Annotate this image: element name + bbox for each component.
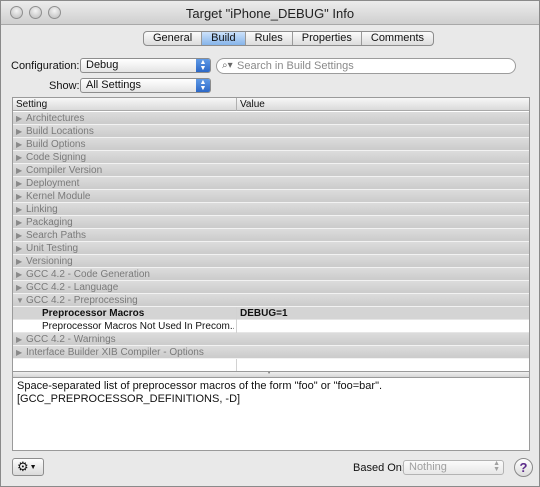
- tab-rules[interactable]: Rules: [246, 32, 293, 45]
- based-on-popup[interactable]: Nothing ▲ ▼: [403, 460, 504, 475]
- settings-group-row[interactable]: ▶ Compiler Version: [13, 164, 529, 177]
- search-field[interactable]: ⌕▾: [216, 58, 516, 74]
- disclosure-triangle-closed-icon[interactable]: ▶: [16, 190, 26, 203]
- configuration-popup[interactable]: Debug ▲ ▼: [80, 58, 211, 73]
- target-info-window: Target "iPhone_DEBUG" Info General Build…: [0, 0, 540, 487]
- popup-arrows-icon: ▲ ▼: [196, 59, 210, 72]
- settings-group-row[interactable]: ▶ Unit Testing: [13, 242, 529, 255]
- settings-group-row[interactable]: ▶ Build Options: [13, 138, 529, 151]
- settings-group-row[interactable]: ▶ Versioning: [13, 255, 529, 268]
- magnifier-icon: ⌕▾: [222, 60, 233, 71]
- table-rows: ▶ Architectures ▶ Build Locations ▶ Build Opt…: [13, 112, 529, 371]
- settings-group-label: GCC 4.2 - Warnings: [26, 334, 116, 345]
- configuration-label: Configuration:: [11, 60, 80, 72]
- setting-row[interactable]: [13, 359, 529, 371]
- setting-row[interactable]: Preprocessor Macros DEBUG=1: [13, 307, 529, 320]
- disclosure-triangle-closed-icon[interactable]: ▶: [16, 203, 26, 216]
- settings-group-label: GCC 4.2 - Language: [26, 282, 119, 293]
- column-divider: [236, 307, 237, 320]
- settings-group-row[interactable]: ▶ Search Paths: [13, 229, 529, 242]
- settings-group-row[interactable]: ▶ Build Locations: [13, 125, 529, 138]
- settings-group-row[interactable]: ▶ GCC 4.2 - Code Generation: [13, 268, 529, 281]
- gear-icon: ⚙: [17, 459, 29, 474]
- setting-row[interactable]: Preprocessor Macros Not Used In Precom..…: [13, 320, 529, 333]
- splitter-grip-icon: •: [268, 371, 271, 377]
- settings-group-label: Build Locations: [26, 126, 94, 137]
- table-header: Setting Value: [13, 98, 529, 111]
- settings-group-row[interactable]: ▶ Architectures: [13, 112, 529, 125]
- settings-group-label: GCC 4.2 - Code Generation: [26, 269, 150, 280]
- help-button[interactable]: ?: [514, 458, 533, 477]
- chevron-down-icon: ▼: [29, 463, 37, 471]
- disclosure-triangle-closed-icon[interactable]: ▶: [16, 216, 26, 229]
- settings-group-label: Packaging: [26, 217, 73, 228]
- configuration-value: Debug: [86, 59, 119, 71]
- settings-group-row[interactable]: ▶ Deployment: [13, 177, 529, 190]
- disclosure-triangle-closed-icon[interactable]: ▶: [16, 242, 26, 255]
- disclosure-triangle-open-icon[interactable]: ▼: [16, 294, 26, 307]
- disclosure-triangle-closed-icon[interactable]: ▶: [16, 255, 26, 268]
- disclosure-triangle-closed-icon[interactable]: ▶: [16, 112, 26, 125]
- settings-group-label: Deployment: [26, 178, 80, 189]
- description-build-variable: [GCC_PREPROCESSOR_DEFINITIONS, -D]: [17, 393, 241, 405]
- column-header-value[interactable]: Value: [236, 98, 265, 111]
- settings-group-label: GCC 4.2 - Preprocessing: [26, 295, 138, 306]
- settings-group-row[interactable]: ▶ Interface Builder XIB Compiler - Option…: [13, 346, 529, 359]
- show-popup[interactable]: All Settings ▲ ▼: [80, 78, 211, 93]
- setting-name: Preprocessor Macros: [42, 308, 145, 319]
- disclosure-triangle-closed-icon[interactable]: ▶: [16, 333, 26, 346]
- disclosure-triangle-closed-icon[interactable]: ▶: [16, 125, 26, 138]
- settings-group-label: Architectures: [26, 113, 85, 124]
- disclosure-triangle-closed-icon[interactable]: ▶: [16, 346, 26, 359]
- settings-group-row[interactable]: ▶ GCC 4.2 - Language: [13, 281, 529, 294]
- disclosure-triangle-closed-icon[interactable]: ▶: [16, 164, 26, 177]
- disclosure-triangle-closed-icon[interactable]: ▶: [16, 177, 26, 190]
- setting-name: Preprocessor Macros Not Used In Precom..…: [42, 321, 234, 332]
- tab-comments[interactable]: Comments: [362, 32, 433, 45]
- settings-group-row[interactable]: ▶ Code Signing: [13, 151, 529, 164]
- settings-group-label: Search Paths: [26, 230, 87, 241]
- settings-group-row[interactable]: ▶ Kernel Module: [13, 190, 529, 203]
- disclosure-triangle-closed-icon[interactable]: ▶: [16, 229, 26, 242]
- popup-arrows-icon: ▲ ▼: [493, 460, 500, 473]
- tab-bar: General Build Rules Properties Comments: [143, 31, 435, 46]
- settings-group-row[interactable]: ▶ Linking: [13, 203, 529, 216]
- window-title: Target "iPhone_DEBUG" Info: [185, 6, 355, 21]
- show-value: All Settings: [86, 79, 142, 91]
- setting-description: Space-separated list of preprocessor mac…: [12, 377, 530, 451]
- settings-group-row[interactable]: ▶ GCC 4.2 - Warnings: [13, 333, 529, 346]
- settings-group-label: Kernel Module: [26, 191, 91, 202]
- tab-general[interactable]: General: [144, 32, 203, 45]
- disclosure-triangle-closed-icon[interactable]: ▶: [16, 281, 26, 294]
- disclosure-triangle-closed-icon[interactable]: ▶: [16, 138, 26, 151]
- popup-arrows-icon: ▲ ▼: [196, 79, 210, 92]
- description-text: Space-separated list of preprocessor mac…: [17, 380, 383, 392]
- settings-group-label: Interface Builder XIB Compiler - Options: [26, 347, 204, 358]
- based-on-label: Based On:: [353, 462, 405, 474]
- settings-group-row[interactable]: ▶ Packaging: [13, 216, 529, 229]
- column-header-setting[interactable]: Setting: [13, 98, 47, 111]
- setting-value[interactable]: DEBUG=1: [240, 307, 288, 320]
- disclosure-triangle-closed-icon[interactable]: ▶: [16, 268, 26, 281]
- show-label: Show:: [49, 80, 80, 92]
- settings-group-row[interactable]: ▼ GCC 4.2 - Preprocessing: [13, 294, 529, 307]
- settings-group-label: Build Options: [26, 139, 86, 150]
- disclosure-triangle-closed-icon[interactable]: ▶: [16, 151, 26, 164]
- column-divider: [236, 320, 237, 333]
- column-divider: [236, 359, 237, 371]
- search-input[interactable]: [237, 60, 507, 72]
- settings-group-label: Linking: [26, 204, 58, 215]
- settings-group-label: Versioning: [26, 256, 73, 267]
- tab-properties[interactable]: Properties: [293, 32, 362, 45]
- title-bar[interactable]: Target "iPhone_DEBUG" Info: [1, 1, 539, 25]
- settings-group-label: Code Signing: [26, 152, 87, 163]
- based-on-value: Nothing: [409, 461, 447, 473]
- build-settings-table: Setting Value ▶ Architectures ▶ Build Locat…: [12, 97, 530, 372]
- action-menu-button[interactable]: ⚙▼: [12, 458, 44, 476]
- tab-build[interactable]: Build: [202, 32, 246, 45]
- settings-group-label: Compiler Version: [26, 165, 103, 176]
- settings-group-label: Unit Testing: [26, 243, 79, 254]
